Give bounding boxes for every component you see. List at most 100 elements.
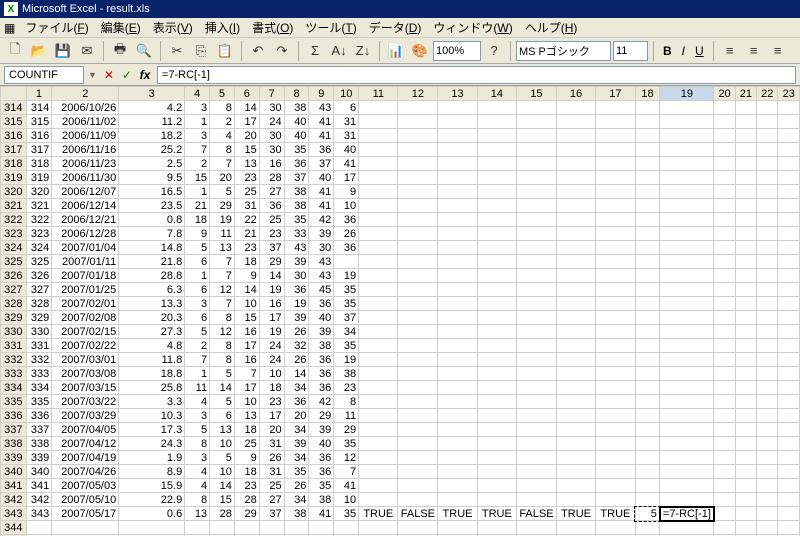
cell[interactable]: 14 <box>234 283 259 297</box>
cell[interactable] <box>596 199 635 213</box>
cell[interactable]: 16 <box>234 353 259 367</box>
cell[interactable] <box>438 395 477 409</box>
row-header[interactable]: 339 <box>1 451 27 465</box>
cell[interactable]: 36 <box>284 157 309 171</box>
cell[interactable] <box>757 437 778 451</box>
cell[interactable]: 39 <box>309 227 334 241</box>
row-header[interactable]: 334 <box>1 381 27 395</box>
cell[interactable] <box>438 381 477 395</box>
cell[interactable] <box>477 115 516 129</box>
cell[interactable]: 10.3 <box>119 409 185 423</box>
cell[interactable] <box>660 339 714 353</box>
cell[interactable] <box>359 185 398 199</box>
row-header[interactable]: 319 <box>1 171 27 185</box>
cell[interactable]: 27 <box>259 493 284 507</box>
cell[interactable] <box>398 199 438 213</box>
cell[interactable]: 5 <box>185 423 210 437</box>
cell[interactable]: 20 <box>284 409 309 423</box>
cell[interactable] <box>778 171 800 185</box>
cell[interactable] <box>735 241 756 255</box>
cell[interactable] <box>714 325 735 339</box>
cell[interactable] <box>757 171 778 185</box>
cell[interactable] <box>359 423 398 437</box>
cell[interactable]: 2 <box>210 115 235 129</box>
cell[interactable] <box>477 353 516 367</box>
cell[interactable] <box>556 157 595 171</box>
cell[interactable] <box>596 395 635 409</box>
cell[interactable] <box>635 479 660 493</box>
cell[interactable] <box>438 325 477 339</box>
preview-button[interactable]: 🔍 <box>133 40 155 62</box>
cell[interactable] <box>438 297 477 311</box>
cell[interactable]: 7.8 <box>119 227 185 241</box>
cell[interactable] <box>438 241 477 255</box>
cell[interactable] <box>635 395 660 409</box>
cell[interactable]: 324 <box>26 241 52 255</box>
cell[interactable]: 9 <box>234 451 259 465</box>
cell[interactable] <box>635 451 660 465</box>
cell[interactable] <box>635 115 660 129</box>
cell[interactable] <box>517 171 557 185</box>
cell[interactable] <box>757 283 778 297</box>
cell[interactable] <box>359 283 398 297</box>
cell[interactable] <box>714 199 735 213</box>
menu-item[interactable]: ファイル(F) <box>19 19 94 37</box>
cell[interactable] <box>635 423 660 437</box>
col-header[interactable]: 4 <box>185 87 210 101</box>
cell[interactable]: 28.8 <box>119 269 185 283</box>
cell[interactable] <box>398 297 438 311</box>
cell[interactable] <box>359 101 398 115</box>
cell[interactable] <box>517 101 557 115</box>
cell[interactable]: 38 <box>309 493 334 507</box>
cell[interactable] <box>714 367 735 381</box>
cell[interactable] <box>517 409 557 423</box>
redo-button[interactable]: ↷ <box>271 40 293 62</box>
cell[interactable] <box>359 437 398 451</box>
cell[interactable] <box>757 493 778 507</box>
cell[interactable]: 7 <box>210 157 235 171</box>
cell[interactable]: 19 <box>210 213 235 227</box>
new-button[interactable]: 🗋 <box>4 40 26 62</box>
cell[interactable]: 16 <box>234 325 259 339</box>
cell[interactable] <box>735 493 756 507</box>
cell[interactable] <box>185 521 210 535</box>
cell[interactable]: 8 <box>185 437 210 451</box>
cell[interactable] <box>714 171 735 185</box>
cell[interactable] <box>757 269 778 283</box>
cell[interactable] <box>635 241 660 255</box>
cell[interactable]: 20 <box>259 423 284 437</box>
cell[interactable] <box>635 325 660 339</box>
cell[interactable] <box>778 507 800 521</box>
cell[interactable]: 319 <box>26 171 52 185</box>
cell[interactable] <box>477 423 516 437</box>
cell[interactable] <box>359 325 398 339</box>
cell[interactable] <box>517 115 557 129</box>
cell[interactable]: 45 <box>309 283 334 297</box>
mail-button[interactable]: ✉ <box>76 40 98 62</box>
cell[interactable]: 3 <box>185 129 210 143</box>
cell[interactable]: 21 <box>185 199 210 213</box>
cell[interactable] <box>359 297 398 311</box>
cell[interactable] <box>660 255 714 269</box>
cell[interactable]: 38 <box>284 507 309 521</box>
cell[interactable]: 41 <box>334 479 359 493</box>
cell[interactable]: 4 <box>185 465 210 479</box>
cell[interactable]: 23.5 <box>119 199 185 213</box>
cell[interactable] <box>596 297 635 311</box>
cell[interactable] <box>477 325 516 339</box>
cell[interactable] <box>757 381 778 395</box>
cell[interactable] <box>660 479 714 493</box>
cell[interactable] <box>398 241 438 255</box>
cell[interactable]: 2006/11/02 <box>52 115 119 129</box>
cell[interactable] <box>635 409 660 423</box>
cell[interactable] <box>757 297 778 311</box>
cell[interactable]: 7 <box>210 255 235 269</box>
cell[interactable]: 330 <box>26 325 52 339</box>
cell[interactable]: 42 <box>309 213 334 227</box>
cell[interactable]: 11 <box>334 409 359 423</box>
cell[interactable]: 2006/12/21 <box>52 213 119 227</box>
cell[interactable]: 35 <box>334 339 359 353</box>
cell[interactable]: 25 <box>259 479 284 493</box>
cell[interactable] <box>477 381 516 395</box>
cell[interactable]: 2007/02/01 <box>52 297 119 311</box>
